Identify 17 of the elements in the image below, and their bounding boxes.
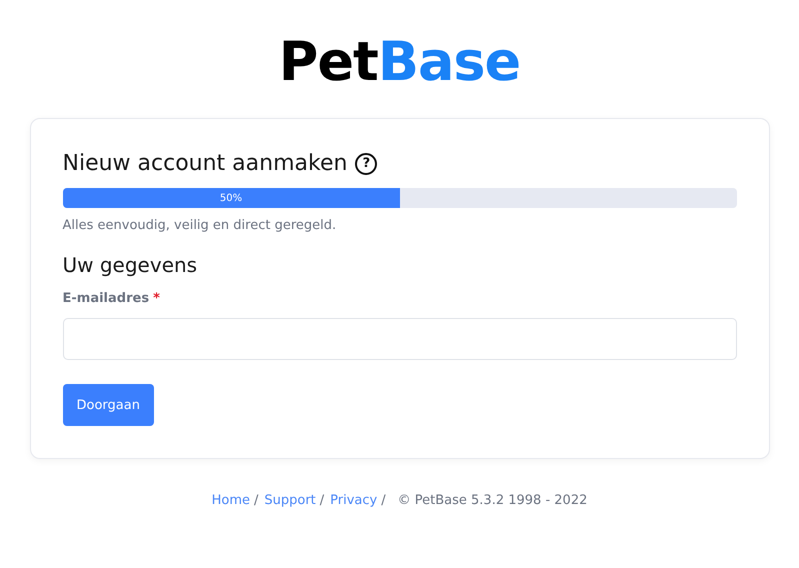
copyright-text: © PetBase 5.3.2 1998 - 2022: [398, 493, 588, 508]
page-title: Nieuw account aanmaken: [62, 151, 348, 176]
field-label: E-mailadres: [62, 291, 150, 306]
continue-button[interactable]: Doorgaan: [62, 384, 154, 426]
section-title: Uw gegevens: [62, 253, 198, 277]
separator: /: [381, 493, 386, 508]
footer-link[interactable]: Support: [264, 493, 316, 508]
separator: /: [254, 493, 258, 508]
help-icon[interactable]: ?: [355, 152, 378, 174]
logo: PetBase: [278, 30, 520, 94]
separator: /: [320, 493, 324, 508]
subtitle: Alles eenvoudig, veilig en direct geregeld.: [62, 218, 338, 233]
footer-link[interactable]: Home: [212, 493, 250, 508]
footer-link[interactable]: Privacy: [330, 493, 378, 508]
input-field[interactable]: [62, 318, 736, 360]
required-mark: *: [153, 291, 160, 306]
progress-fill: 50%: [62, 188, 400, 208]
